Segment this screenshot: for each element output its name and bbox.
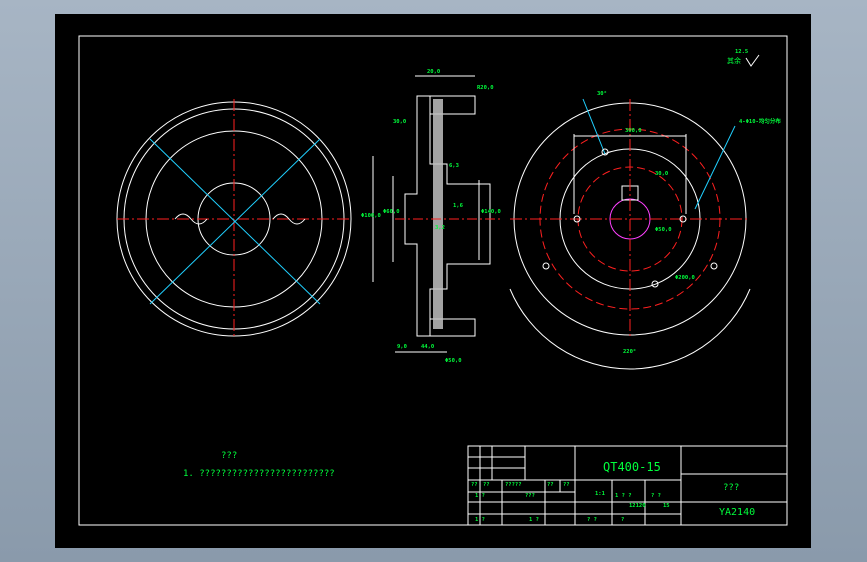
notes-line: 1. ????????????????????????? [183,469,335,479]
dim-bottom-c: Φ50,0 [445,358,462,364]
tb-b1: ??? [525,493,535,499]
tb-qty: 15 [663,503,670,509]
drawing-canvas [78,35,788,526]
hole-note: 4-Φ10-均匀分布 [739,119,781,125]
tb-c1: 1 ? [529,517,539,523]
r-hole-5 [710,262,718,270]
dim-pcd: Φ200,0 [675,275,695,281]
dim-right-c: 30,0 [655,171,669,177]
roughness-icon [745,54,760,67]
dim-d2: Φ60,0 [383,209,400,215]
tb-b0: 1 ? [475,493,485,499]
roughness-small-2: 1,6 [453,203,463,209]
r-leader-right [694,125,736,210]
tb-drawing-no: YA2140 [719,507,756,518]
tb-c2: ? ? [587,517,597,523]
tb-b2: 1 ? ? [615,493,632,499]
dim-right-a: 300,0 [625,128,642,134]
tb-c0: 1 ? [475,517,485,523]
dim-bottom-b: 44,0 [421,344,435,350]
roughness-small-3: 3,2 [435,225,445,231]
tb-a3: ?? [547,482,554,488]
tb-material: QT400-15 [603,460,661,474]
dim-right-b: Φ50,0 [655,227,672,233]
r-hole-4 [542,262,550,270]
dim-left: 30,0 [393,119,407,125]
tb-weight: 12120 [629,503,646,509]
dim-d3: Φ140,0 [481,209,501,215]
roughness-label: 其余 [727,57,741,65]
tb-scale: 1:1 [595,491,605,497]
hatch-fill [433,99,443,329]
tb-part-name: ??? [723,483,740,493]
tb-b3: ? ? [651,493,661,499]
notes-title: ??? [221,451,238,461]
angle-bottom-label: 220° [623,349,637,355]
r-leader-top [582,98,606,155]
roughness-small-1: 6,3 [449,163,459,169]
tb-a2: ????? [505,482,522,488]
tb-a4: ?? [563,482,570,488]
dim-d1: Φ100,0 [361,213,381,219]
dim-top-a: 20,0 [427,69,441,75]
cad-viewport[interactable]: 20,0 R20,0 30,0 9,0 44,0 Φ50,0 Φ100,0 Φ6… [0,0,867,562]
right-view [509,98,751,370]
tb-c3: ? [621,517,625,523]
tb-a0: ?? [471,482,478,488]
section-outline [404,95,491,337]
left-view [116,99,352,339]
dim-top-b: R20,0 [477,85,494,91]
drawing-sheet[interactable]: 20,0 R20,0 30,0 9,0 44,0 Φ50,0 Φ100,0 Φ6… [55,14,811,548]
dim-bottom-a: 9,0 [397,344,407,350]
angle-top-label: 30° [597,91,607,97]
tb-a1: ?? [483,482,490,488]
